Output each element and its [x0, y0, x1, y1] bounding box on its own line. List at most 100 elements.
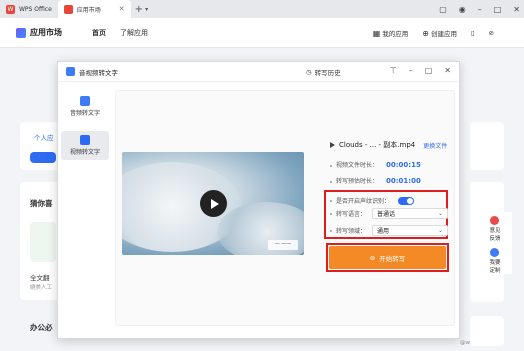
office-section-title: 办公必: [30, 323, 53, 332]
help-icon[interactable]: ⊘: [489, 29, 494, 37]
create-app-label: 创建应用: [430, 29, 457, 38]
maximize-icon[interactable]: □: [425, 66, 433, 75]
personal-button[interactable]: [30, 152, 56, 163]
audio-file-icon: [80, 96, 90, 106]
tab-wps-office[interactable]: W WPS Office: [0, 0, 58, 18]
sidebar-item-audio-to-text[interactable]: 音频转文字: [61, 92, 109, 121]
av-to-text-icon: [66, 67, 75, 76]
create-app-button[interactable]: ⊕ 创建应用: [422, 28, 457, 38]
bullet: [330, 181, 332, 183]
history-button[interactable]: ◷ 转写历史: [306, 67, 341, 77]
domain-value: 通用: [377, 228, 390, 235]
dialog-header: 音视频转文字 ◷ 转写历史 ⊤ – □ ✕: [58, 62, 459, 82]
domain-select[interactable]: 通用 ⌄: [372, 225, 449, 236]
customize-icon: [490, 248, 500, 257]
feedback-button[interactable]: 意见 反馈: [489, 216, 501, 242]
duration-row: 视频文件时长： 00:00:15: [330, 160, 421, 169]
section-title: 猜你喜: [30, 199, 53, 208]
my-apps-button[interactable]: ▦ 我的应用: [373, 28, 409, 38]
start-transcribe-label: 开始转写: [379, 254, 406, 263]
minimize-icon[interactable]: –: [478, 5, 482, 14]
video-control-bar[interactable]: 一 一一: [268, 240, 298, 250]
header-nav: 首页 了解应用: [92, 28, 148, 38]
app-market-logo-icon: [16, 27, 26, 38]
close-icon[interactable]: ✕: [444, 66, 451, 75]
bullet: [330, 165, 332, 167]
video-camera-icon: [80, 135, 90, 145]
window-controls: ▢ ◉ – □ ✕: [439, 0, 520, 18]
history-label: 转写历史: [314, 69, 341, 77]
tab-app-market[interactable]: 应用市场 ✕: [57, 0, 131, 18]
domain-row: 转写领域： 通用 ⌄: [330, 225, 449, 236]
plus-circle-icon: ⊕: [422, 28, 429, 38]
video-preview[interactable]: 一 一一: [122, 152, 304, 255]
dialog-sidebar: 音频转文字 视频转文字: [58, 82, 112, 338]
chevron-down-icon: ⌄: [437, 210, 444, 217]
feedback-label: 意见 反馈: [489, 228, 501, 242]
bullet: [330, 199, 332, 202]
app-desc: 媲美人工: [30, 285, 53, 291]
clock-icon: ◷: [306, 68, 312, 76]
estimate-value: 00:01:00: [386, 177, 421, 185]
app-header: 应用市场 首页 了解应用 ▦ 我的应用 ⊕ 创建应用 ▯ ⊘: [0, 18, 524, 48]
language-row: 转写语言： 普通话 ⌄: [330, 208, 449, 219]
close-icon[interactable]: ✕: [119, 5, 125, 13]
sidebar-item-label: 音频转文字: [69, 110, 100, 117]
speaker-label: 是否开启声纹识别：: [336, 198, 391, 205]
header-actions: ▦ 我的应用 ⊕ 创建应用 ▯ ⊘: [373, 28, 494, 38]
tab-label: WPS Office: [19, 5, 52, 13]
sidebar-item-video-to-text[interactable]: 视频转文字: [61, 131, 109, 160]
personal-label: 个人应: [34, 134, 54, 142]
new-tab-icon[interactable]: +: [135, 4, 143, 15]
language-value: 普通话: [377, 211, 396, 218]
file-line: Clouds - ... - 副本.mp4 更换文件: [330, 140, 447, 150]
language-label: 转写语言：: [336, 211, 367, 218]
user-icon[interactable]: ◉: [459, 5, 466, 14]
video-file-icon: [330, 142, 335, 148]
pin-icon[interactable]: ⊤: [390, 66, 397, 75]
chevron-down-icon[interactable]: ▾: [145, 6, 148, 13]
sidebar-item-label: 视频转文字: [69, 149, 100, 156]
bullet: [330, 229, 332, 232]
dialog-title: 音视频转文字: [79, 68, 118, 77]
play-button[interactable]: [200, 190, 227, 217]
close-window-icon[interactable]: ✕: [513, 5, 520, 14]
change-file-link[interactable]: 更换文件: [423, 141, 447, 150]
language-select[interactable]: 普通话 ⌄: [372, 208, 449, 219]
message-icon[interactable]: ▯: [471, 29, 475, 37]
tab-label: 应用市场: [76, 6, 101, 14]
grid-icon: ▦: [372, 28, 381, 38]
minimize-icon[interactable]: –: [409, 66, 413, 75]
app-name: 全文翻: [30, 274, 50, 282]
my-apps-label: 我的应用: [382, 29, 409, 38]
dialog-window-controls: ⊤ – □ ✕: [390, 66, 451, 75]
play-icon: [210, 198, 219, 209]
domain-label: 转写领域：: [336, 228, 367, 235]
side-action-panel: 意见 反馈 我要 定制: [478, 212, 512, 274]
customize-button[interactable]: 我要 定制: [489, 248, 501, 274]
feedback-icon: [490, 216, 500, 225]
bullet: [330, 212, 332, 215]
speaker-toggle[interactable]: [398, 196, 415, 205]
nav-home[interactable]: 首页: [92, 28, 106, 38]
bottom-brand: @w: [460, 340, 470, 346]
duration-value: 00:00:15: [386, 161, 421, 169]
transcribe-icon: ⊚: [369, 253, 376, 262]
speaker-row: 是否开启声纹识别：: [330, 196, 415, 205]
estimate-row: 转写预估时长： 00:01:00: [330, 176, 421, 185]
app-market-icon: [63, 4, 73, 14]
file-name: Clouds - ... - 副本.mp4: [339, 141, 416, 149]
tab-bar: W WPS Office 应用市场 ✕ + ▾ ▢ ◉ – □ ✕: [0, 0, 524, 18]
wps-logo-icon: W: [6, 4, 15, 14]
app-thumbnail[interactable]: [30, 222, 56, 262]
estimate-label: 转写预估时长：: [336, 178, 379, 185]
chevron-down-icon: ⌄: [437, 227, 444, 234]
duration-label: 视频文件时长：: [336, 162, 379, 169]
nav-learn-apps[interactable]: 了解应用: [120, 28, 148, 38]
maximize-icon[interactable]: □: [494, 5, 502, 14]
app-title: 应用市场: [30, 28, 62, 37]
right-card-top: [470, 122, 504, 170]
restore-icon[interactable]: ▢: [439, 5, 447, 14]
start-transcribe-button[interactable]: ⊚ 开始转写: [329, 246, 446, 269]
right-card-bottom: [470, 316, 504, 346]
